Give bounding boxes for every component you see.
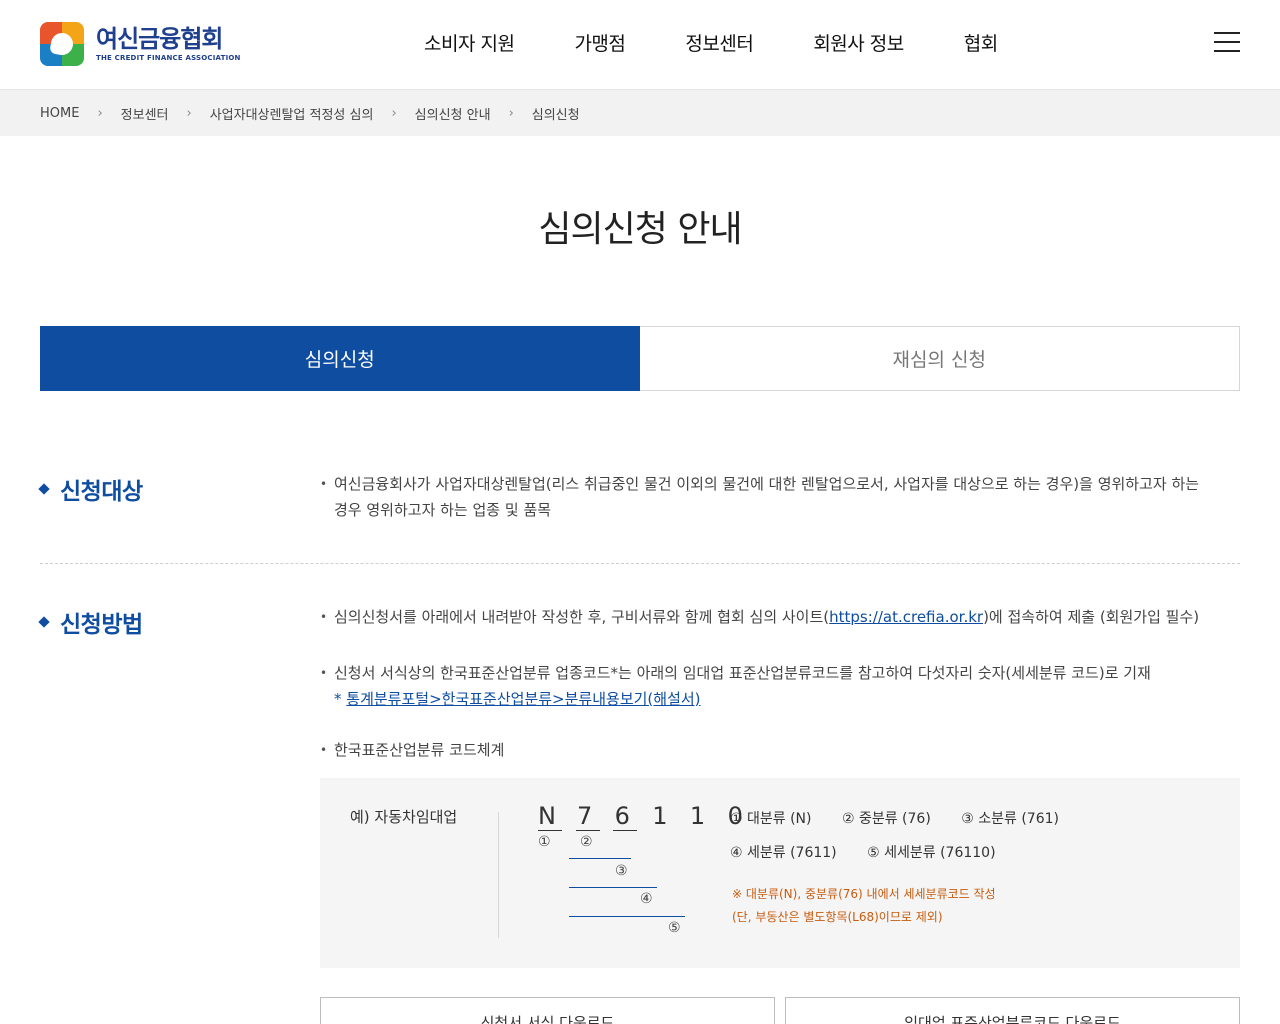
code-note-1: ※ 대분류(N), 중분류(76) 내에서 세세분류코드 작성 (732, 887, 996, 901)
breadcrumb-rental-review[interactable]: 사업자대상렌탈업 적정성 심의 (210, 104, 374, 123)
section-target-heading: 신청대상 (38, 472, 143, 506)
underline-level-4 (569, 916, 685, 917)
method-item-3: • 한국표준산업분류 코드체계 (320, 737, 1210, 763)
code-letter: 6 (613, 802, 638, 831)
code-letter: 1 (652, 802, 674, 830)
method-item-2: • 신청서 서식상의 한국표준산업분류 업종코드*는 아래의 임대업 표준산업분… (320, 660, 1210, 712)
circle-number: ④ (640, 891, 653, 907)
method-text: 심의신청서를 아래에서 내려받아 작성한 후, 구비서류와 함께 협회 심의 사… (334, 608, 830, 626)
chevron-right-icon: › (186, 105, 192, 121)
nav-info-center[interactable]: 정보센터 (685, 30, 753, 58)
chevron-right-icon: › (508, 105, 514, 121)
code-letter: 1 (689, 802, 712, 830)
code-structure-box: 예) 자동차임대업 N 7 6 1 1 0 ① ② ③ ④ ⑤ ① 대분류 (N… (320, 778, 1240, 968)
breadcrumb-review-guide[interactable]: 심의신청 안내 (415, 104, 491, 123)
page-title: 심의신청 안내 (538, 209, 742, 250)
breadcrumb-current: 심의신청 (531, 107, 580, 123)
section-title: 신청대상 (60, 479, 143, 505)
bullet-dot-icon: • (320, 477, 328, 491)
diamond-bullet-icon (38, 616, 50, 628)
circle-number: ⑤ (668, 920, 681, 936)
legend-item: ⑤ 세세분류 (76110) (867, 845, 996, 861)
tab-re-review-request[interactable]: 재심의 신청 (639, 326, 1240, 391)
legend-item: ② 중분류 (76) (841, 811, 931, 827)
circle-number: ③ (615, 863, 628, 879)
download-code-button[interactable]: 임대업 표준산업분류코드 다운로드 (785, 997, 1240, 1024)
site-header: 여신금융협회 THE CREDIT FINANCE ASSOCIATION 소비… (0, 0, 1280, 90)
method-text: )에 접속하여 제출 (회원가입 필수) (983, 608, 1200, 626)
chevron-right-icon: › (97, 105, 103, 121)
main-nav: 소비자 지원 가맹점 정보센터 회원사 정보 협회 (424, 30, 1058, 58)
legend-item: ④ 세분류 (7611) (730, 845, 837, 861)
logo-subtitle: THE CREDIT FINANCE ASSOCIATION (96, 54, 241, 62)
vertical-divider (498, 812, 499, 938)
hamburger-icon[interactable] (1214, 32, 1242, 54)
tab-review-request[interactable]: 심의신청 (40, 326, 640, 391)
diamond-bullet-icon (38, 483, 50, 495)
classification-portal-link[interactable]: 통계분류포털>한국표준산업분류>분류내용보기(해설서) (346, 690, 700, 708)
circle-number: ① (538, 834, 551, 850)
method-text: 신청서 서식상의 한국표준산업분류 업종코드*는 아래의 임대업 표준산업분류코… (334, 664, 1151, 682)
chevron-right-icon: › (391, 105, 397, 121)
nav-member-info[interactable]: 회원사 정보 (813, 30, 904, 58)
underline-level-2 (569, 858, 631, 859)
section-title: 신청방법 (60, 612, 143, 638)
code-example-label: 예) 자동차임대업 (350, 808, 458, 826)
section-divider (40, 563, 1240, 564)
download-form-button[interactable]: 신청서 서식 다운로드 (320, 997, 775, 1024)
bullet-dot-icon: • (320, 666, 328, 680)
nav-merchant[interactable]: 가맹점 (574, 30, 625, 58)
target-text: 여신금융회사가 사업자대상렌탈업(리스 취급중인 물건 이외의 물건에 대한 렌… (334, 475, 1200, 519)
bullet-dot-icon: • (320, 610, 328, 624)
logo[interactable]: 여신금융협회 THE CREDIT FINANCE ASSOCIATION (40, 22, 241, 66)
legend-item: ③ 소분류 (761) (961, 811, 1059, 827)
footnote-star: * (334, 690, 347, 708)
nav-consumer-support[interactable]: 소비자 지원 (424, 30, 515, 58)
target-description: • 여신금융회사가 사업자대상렌탈업(리스 취급중인 물건 이외의 물건에 대한… (320, 471, 1210, 523)
code-note-2: (단, 부동산은 별도항목(L68)이므로 제외) (732, 910, 943, 924)
logo-title: 여신금융협회 (96, 25, 223, 53)
legend-row-2: ④ 세분류 (7611) ⑤ 세세분류 (76110) (730, 842, 1022, 862)
circle-number: ② (580, 834, 593, 850)
code-letter: N (538, 802, 562, 831)
breadcrumb-info-center[interactable]: 정보센터 (121, 104, 169, 123)
breadcrumb-home[interactable]: HOME (40, 106, 79, 121)
method-item-1: • 심의신청서를 아래에서 내려받아 작성한 후, 구비서류와 함께 협회 심의… (320, 604, 1210, 630)
nav-association[interactable]: 협회 (964, 30, 998, 58)
review-site-link[interactable]: https://at.crefia.or.kr (829, 608, 983, 626)
section-method-heading: 신청방법 (38, 605, 143, 639)
breadcrumb: HOME › 정보센터 › 사업자대상렌탈업 적정성 심의 › 심의신청 안내 … (0, 90, 1280, 136)
code-letters: N 7 6 1 1 0 (538, 802, 750, 831)
bullet-dot-icon: • (320, 743, 328, 757)
legend-item: ① 대분류 (N) (730, 811, 812, 827)
code-letter: 7 (575, 802, 600, 831)
logo-mark-icon (40, 22, 84, 66)
tab-bar: 심의신청 재심의 신청 (40, 326, 1240, 391)
method-text: 한국표준산업분류 코드체계 (334, 741, 505, 759)
underline-level-3 (569, 887, 657, 888)
legend-row-1: ① 대분류 (N) ② 중분류 (76) ③ 소분류 (761) (730, 808, 1085, 828)
